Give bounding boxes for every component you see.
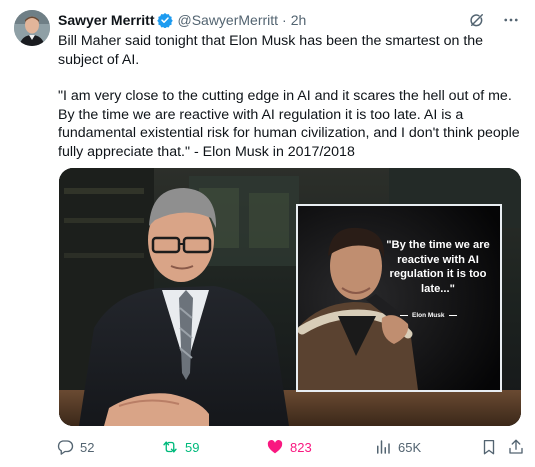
reply-icon	[57, 440, 74, 455]
avatar[interactable]	[14, 10, 50, 46]
more-icon[interactable]	[501, 10, 521, 30]
grok-icon[interactable]	[467, 10, 487, 30]
tweet-text: Bill Maher said tonight that Elon Musk h…	[58, 32, 524, 161]
views-icon	[377, 440, 390, 454]
author-name[interactable]: Sawyer Merritt	[58, 12, 154, 28]
repost-icon	[163, 441, 177, 453]
tweet-top-actions	[467, 10, 521, 30]
quote-text: "By the time we are reactive with AI reg…	[386, 239, 490, 295]
repost-count: 59	[185, 439, 200, 455]
tweet-paragraph: Bill Maher said tonight that Elon Musk h…	[58, 33, 484, 68]
divider	[448, 315, 457, 316]
tweet-header: Sawyer Merritt @SawyerMerritt · 2h	[58, 11, 306, 29]
tweet-media[interactable]: "By the time we are reactive with AI reg…	[59, 168, 521, 426]
bookmark-button[interactable]	[480, 436, 498, 458]
tweet-paragraph: "I am very close to the cutting edge in …	[58, 88, 520, 160]
like-button[interactable]: 823	[266, 436, 312, 458]
views-button[interactable]: 65K	[374, 436, 421, 458]
tweet-actions: 52 59 823 65K	[56, 436, 526, 458]
repost-button[interactable]: 59	[161, 436, 199, 458]
quote-attribution: Elon Musk	[400, 312, 457, 319]
quote-card-photo	[298, 206, 500, 390]
quote-author: Elon Musk	[412, 312, 445, 319]
reply-count: 52	[80, 439, 95, 455]
author-handle[interactable]: @SawyerMerritt	[177, 12, 278, 28]
share-button[interactable]	[507, 436, 525, 458]
view-count: 65K	[398, 439, 422, 455]
tweet-timestamp[interactable]: 2h	[291, 12, 307, 28]
quote-card: "By the time we are reactive with AI reg…	[296, 204, 502, 392]
avatar-image	[14, 10, 50, 46]
bookmark-icon	[483, 439, 495, 455]
like-count: 823	[290, 439, 312, 455]
share-icon	[509, 439, 523, 454]
divider	[400, 315, 408, 316]
like-icon	[267, 439, 283, 454]
verified-badge-icon	[157, 12, 174, 28]
reply-button[interactable]: 52	[56, 436, 94, 458]
header-separator: ·	[282, 12, 287, 28]
